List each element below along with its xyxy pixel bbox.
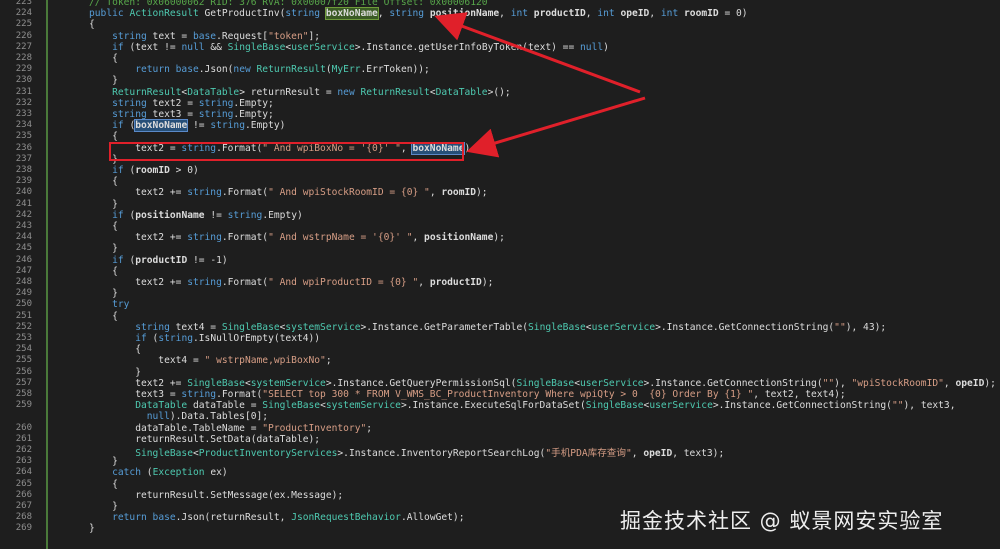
watermark-text: 掘金技术社区 @ 蚁景网安实验室 <box>620 509 944 533</box>
arrow-to-format-line <box>466 96 646 158</box>
arrow-to-parameter <box>434 12 641 94</box>
annotation-arrows <box>434 12 646 158</box>
